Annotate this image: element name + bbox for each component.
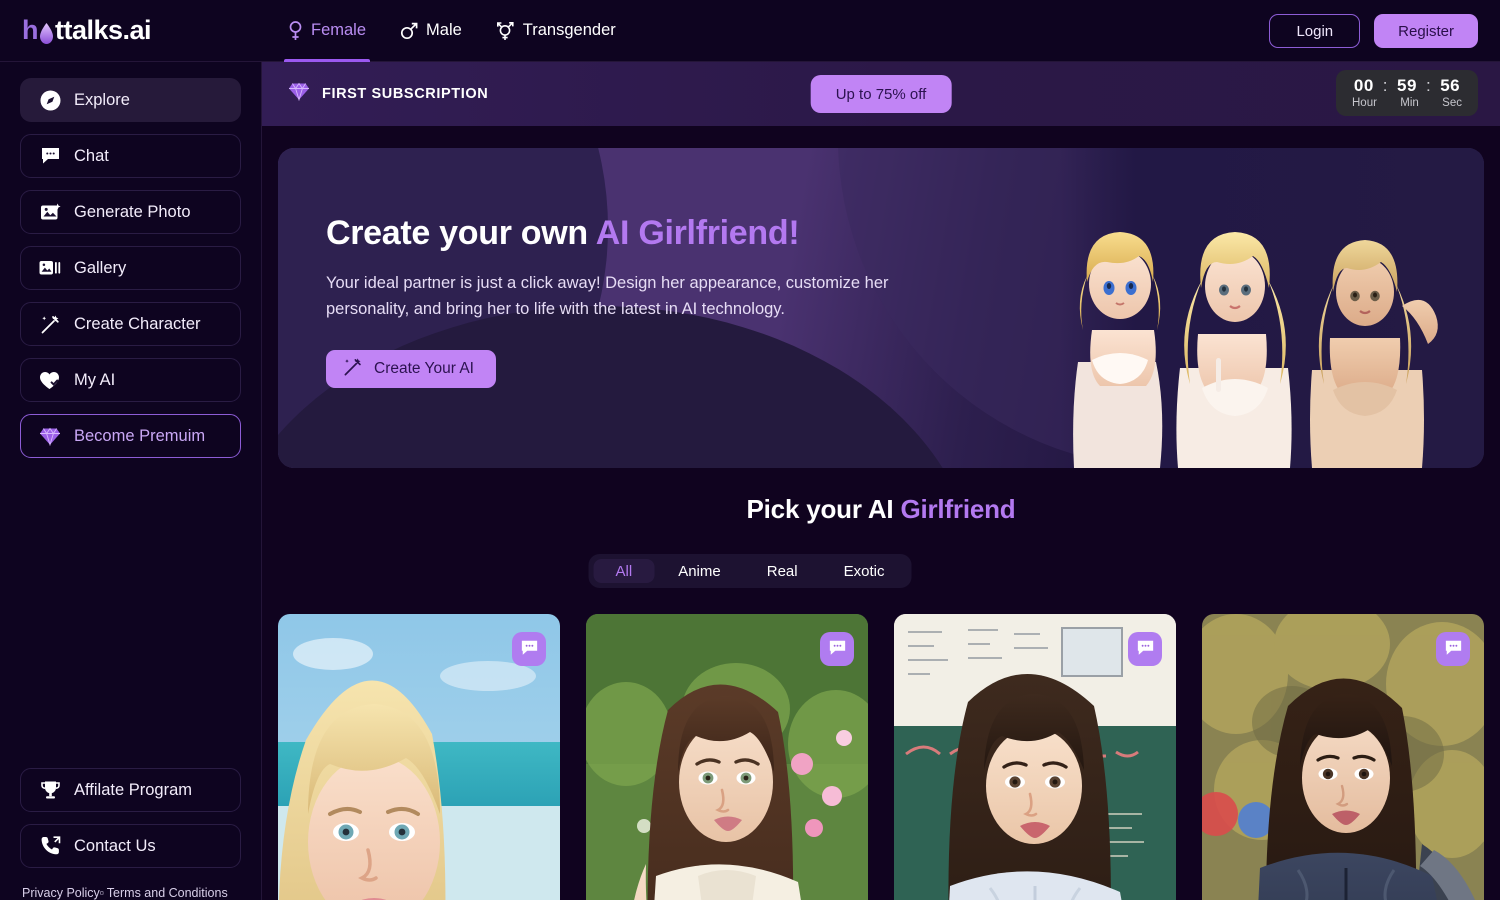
promo-left: FIRST SUBSCRIPTION — [262, 82, 488, 106]
countdown-hours: 00 — [1353, 76, 1374, 95]
sidebar-item-my-ai[interactable]: My AI — [20, 358, 241, 402]
sidebar-item-contact-us[interactable]: Contact Us — [20, 824, 241, 868]
countdown-sec-label: Sec — [1442, 97, 1462, 109]
countdown-sep-2: : — [1425, 76, 1432, 95]
countdown-seconds: 56 — [1440, 76, 1461, 95]
countdown-sep-1: : — [1382, 76, 1389, 95]
sidebar-item-become-premium-label: Become Premuim — [74, 426, 206, 445]
filter-tab-exotic[interactable]: Exotic — [822, 559, 907, 583]
trophy-icon — [39, 779, 61, 801]
chat-button[interactable] — [820, 632, 854, 666]
filter-tab-anime[interactable]: Anime — [656, 559, 743, 583]
chat-bubble-icon — [1136, 639, 1155, 660]
sidebar-item-affiliate-program-label: Affilate Program — [74, 780, 192, 799]
brand-logo-suffix: ttalks.ai — [55, 15, 152, 45]
filter-tab-real[interactable]: Real — [745, 559, 820, 583]
character-card-grid — [278, 614, 1484, 900]
promo-bar: FIRST SUBSCRIPTION Up to 75% off — [262, 62, 1500, 126]
pick-title-plain: Pick your AI — [746, 494, 901, 524]
chat-bubble-icon — [1444, 639, 1463, 660]
magic-wand-icon — [343, 357, 363, 382]
transgender-icon — [496, 21, 515, 41]
hero-title-accent: AI Girlfriend! — [595, 214, 800, 252]
pick-title-accent: Girlfriend — [900, 494, 1016, 524]
sidebar-item-contact-us-label: Contact Us — [74, 836, 156, 855]
sidebar-item-affiliate-program[interactable]: Affilate Program — [20, 768, 241, 812]
register-button[interactable]: Register — [1374, 14, 1478, 48]
sidebar-item-chat-label: Chat — [74, 146, 109, 165]
auth-buttons: Login Register — [1269, 14, 1478, 48]
compass-icon — [39, 89, 61, 111]
gender-tab-female-label: Female — [311, 21, 367, 39]
countdown-values: 00 : 59 : 56 — [1350, 76, 1464, 96]
diamond-icon — [288, 82, 310, 106]
category-filter-tabs: All Anime Real Exotic — [588, 554, 912, 588]
sidebar-item-gallery[interactable]: Gallery — [20, 246, 241, 290]
create-your-ai-button[interactable]: Create Your AI — [326, 350, 496, 389]
footer-separator: ▫ — [99, 886, 105, 900]
sidebar-footer-links: Privacy Policy ▫ Terms and Conditions — [20, 880, 241, 900]
character-card[interactable] — [894, 614, 1176, 900]
countdown-labels: Hour Min Sec — [1350, 97, 1464, 109]
chat-button[interactable] — [512, 632, 546, 666]
gender-tab-transgender-label: Transgender — [522, 21, 616, 39]
gallery-icon — [39, 257, 61, 279]
countdown-minutes: 59 — [1397, 76, 1417, 95]
pick-section-title: Pick your AI Girlfriend — [262, 494, 1500, 525]
sidebar-item-become-premium[interactable]: Become Premuim — [20, 414, 241, 458]
countdown-hour-label: Hour — [1352, 97, 1377, 109]
hero-subtitle: Your ideal partner is just a click away!… — [326, 274, 889, 318]
brand-logo-prefix: h — [22, 15, 39, 45]
gender-tab-transgender[interactable]: Transgender — [482, 0, 630, 62]
sidebar-item-explore-label: Explore — [74, 90, 130, 109]
brand-logo[interactable]: h ttalks.ai — [0, 15, 262, 46]
sidebar: Explore Chat Generate Photo Gallery Crea… — [0, 62, 262, 900]
terms-conditions-link[interactable]: Terms and Conditions — [107, 886, 228, 900]
image-sparkle-icon — [39, 201, 61, 223]
venus-icon — [288, 20, 303, 41]
top-header: h ttalks.ai Female Male Transgender Logi… — [0, 0, 1500, 62]
character-card[interactable] — [278, 614, 560, 900]
character-card[interactable] — [1202, 614, 1484, 900]
login-button[interactable]: Login — [1269, 14, 1361, 48]
hero-characters-illustration — [1030, 210, 1470, 468]
magic-wand-icon — [39, 313, 61, 335]
chat-button[interactable] — [1436, 632, 1470, 666]
countdown-min-label: Min — [1400, 97, 1419, 109]
hero-characters-svg — [1073, 232, 1438, 468]
diamond-icon — [39, 425, 61, 447]
sidebar-item-create-character[interactable]: Create Character — [20, 302, 241, 346]
sidebar-item-generate-photo[interactable]: Generate Photo — [20, 190, 241, 234]
sidebar-item-gallery-label: Gallery — [74, 258, 127, 277]
sidebar-item-create-character-label: Create Character — [74, 314, 201, 333]
character-card[interactable] — [586, 614, 868, 900]
privacy-policy-link[interactable]: Privacy Policy — [22, 886, 100, 900]
countdown-timer: 00 : 59 : 56 Hour Min Sec — [1336, 70, 1478, 116]
mars-icon — [400, 22, 418, 40]
flame-icon — [39, 20, 54, 44]
filter-tab-all[interactable]: All — [593, 559, 655, 583]
create-your-ai-label: Create Your AI — [374, 360, 474, 378]
chat-button[interactable] — [1128, 632, 1162, 666]
gender-tab-male[interactable]: Male — [386, 0, 476, 62]
gender-tab-female[interactable]: Female — [274, 0, 380, 62]
hero-banner: Create your own AI Girlfriend! Your idea… — [278, 148, 1484, 468]
sidebar-item-generate-photo-label: Generate Photo — [74, 202, 191, 221]
gender-tab-male-label: Male — [426, 21, 462, 39]
promo-offer-button[interactable]: Up to 75% off — [810, 75, 952, 113]
gender-nav: Female Male Transgender — [274, 0, 630, 62]
chat-bubble-icon — [520, 639, 539, 660]
app-root: h ttalks.ai Female Male Transgender Logi… — [0, 0, 1500, 900]
sidebar-item-explore[interactable]: Explore — [20, 78, 241, 122]
hero-title-plain: Create your own — [326, 214, 596, 252]
phone-icon — [39, 835, 61, 857]
sidebar-item-my-ai-label: My AI — [74, 370, 116, 389]
promo-title: FIRST SUBSCRIPTION — [322, 86, 489, 102]
heart-check-icon — [39, 369, 61, 391]
chat-bubble-icon — [828, 639, 847, 660]
chat-bubble-icon — [39, 145, 61, 167]
sidebar-item-chat[interactable]: Chat — [20, 134, 241, 178]
